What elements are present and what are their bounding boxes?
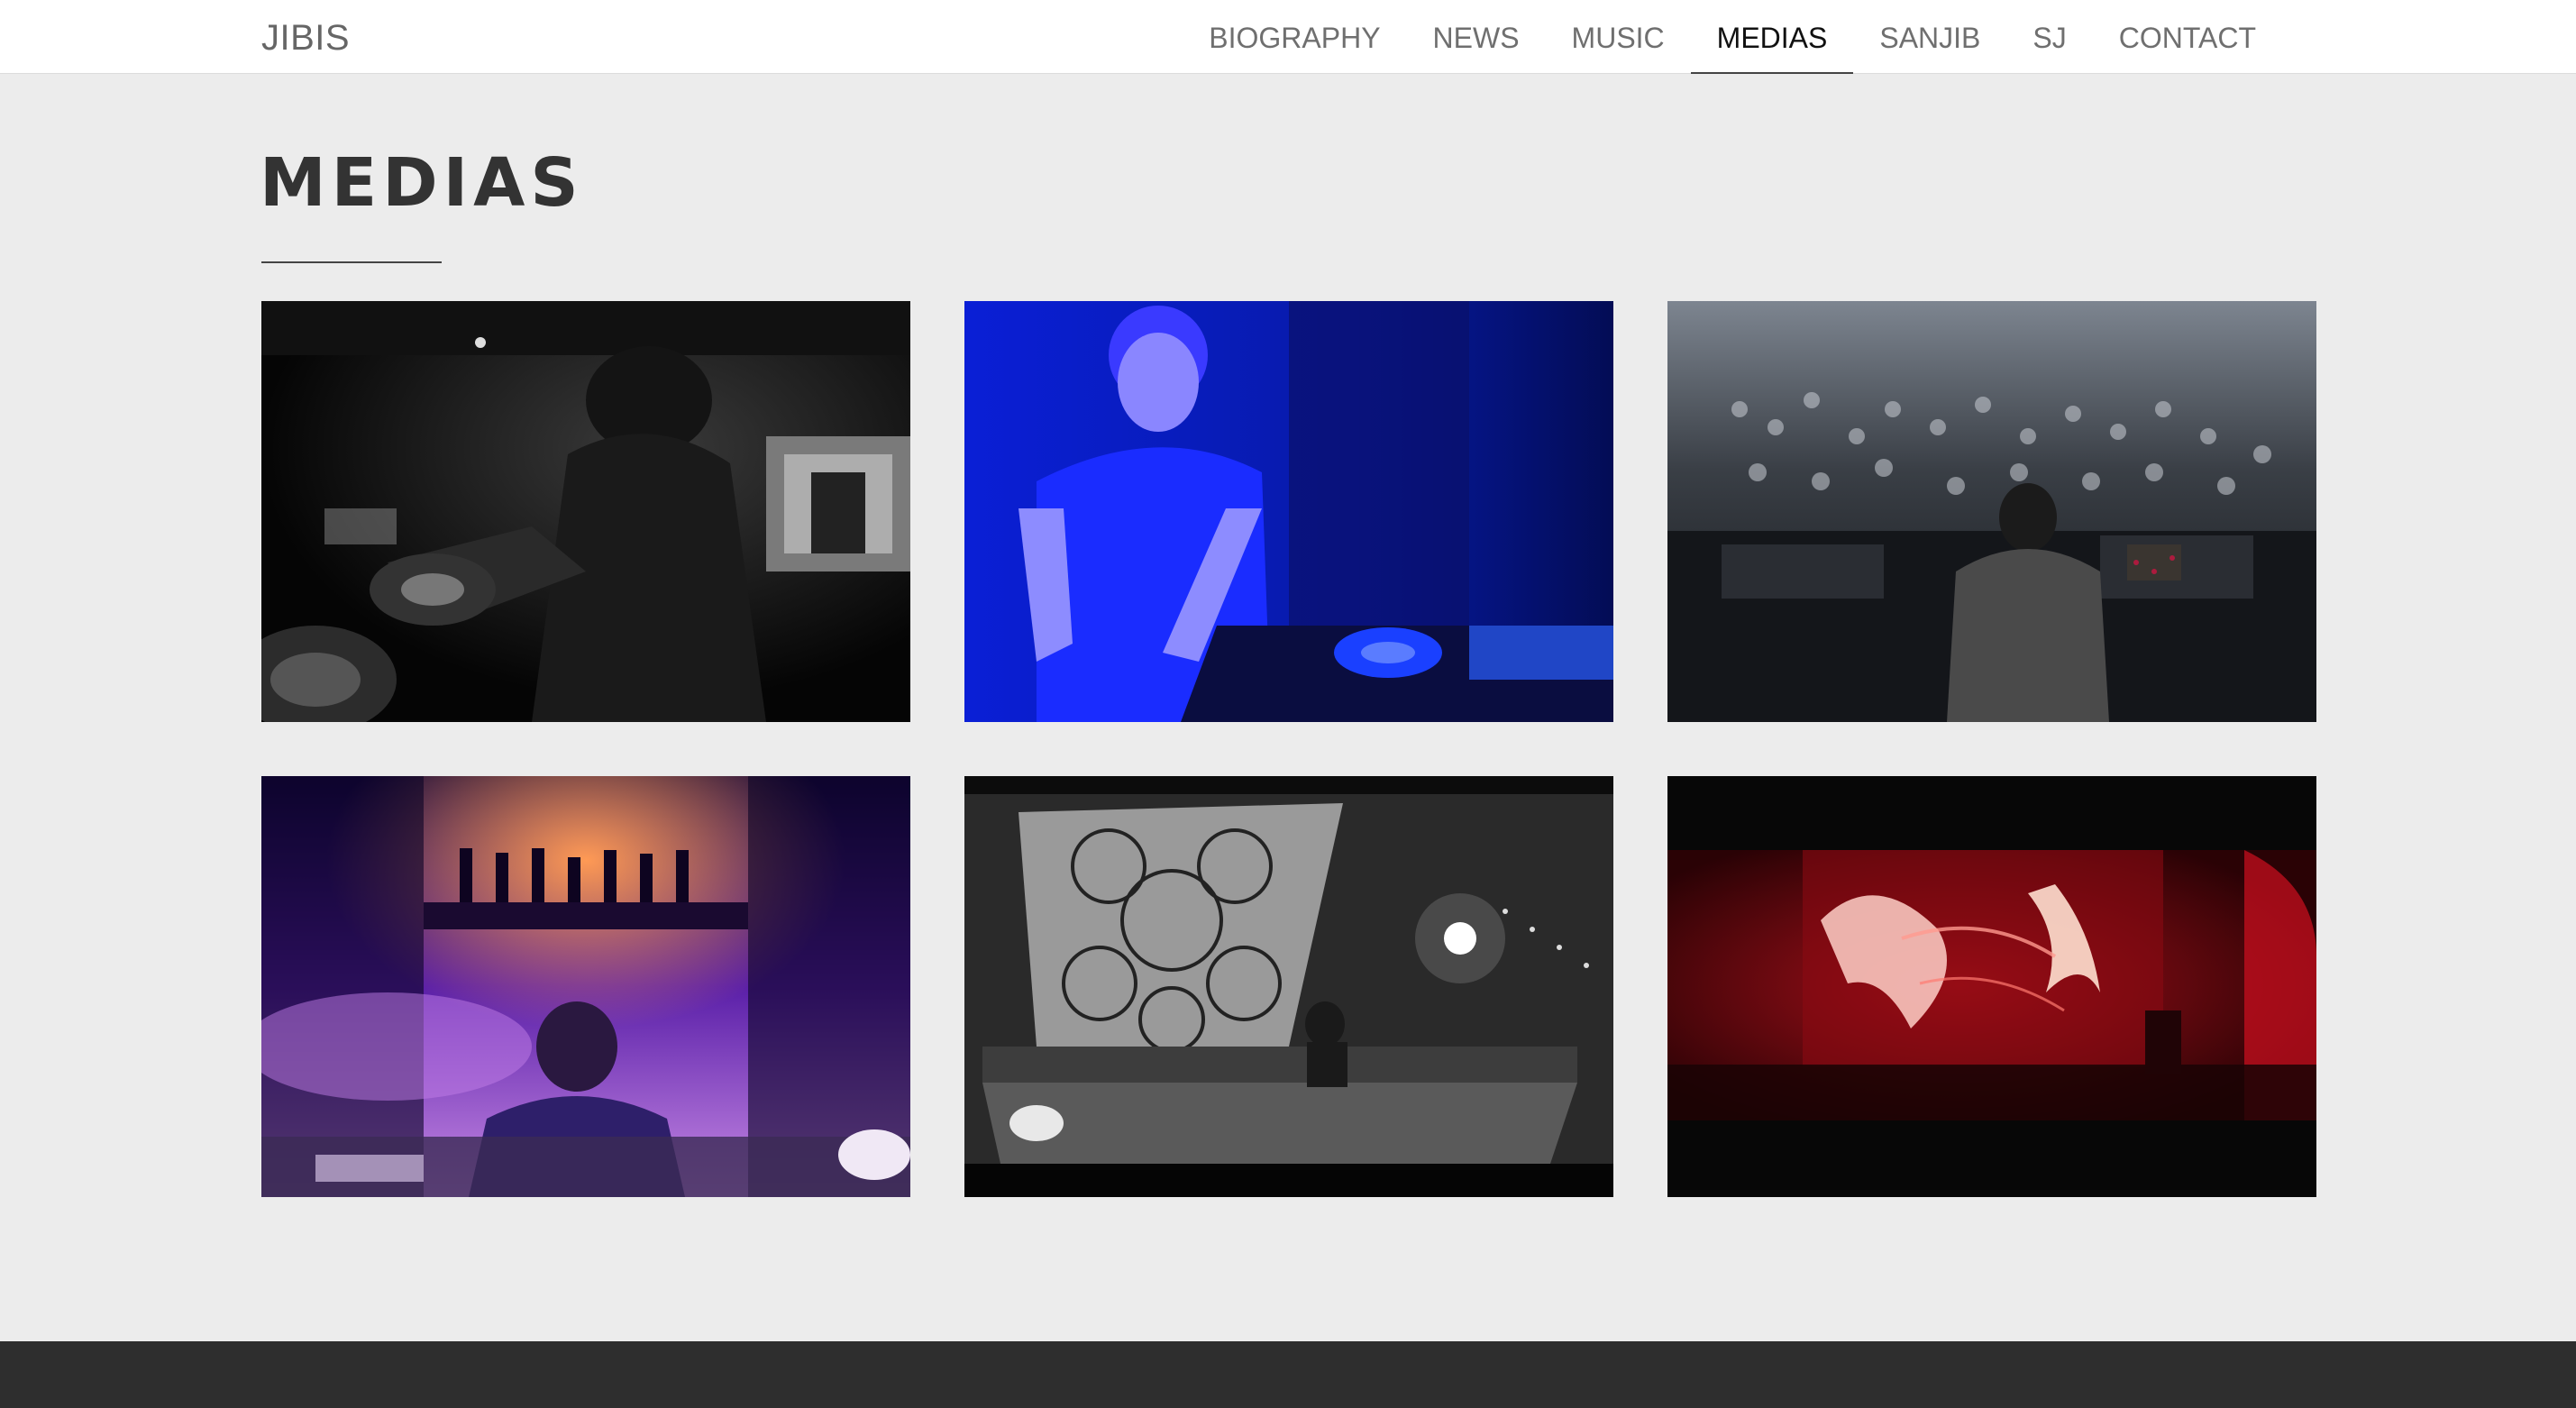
media-photo [1667, 776, 2316, 1197]
title-underline [261, 261, 442, 263]
page-footer [0, 1341, 2576, 1408]
nav-item-contact[interactable]: CONTACT [2093, 0, 2282, 74]
brand-logo-link[interactable]: JIBIS [261, 18, 350, 59]
nav-item-sj[interactable]: SJ [2006, 0, 2092, 74]
media-photo [261, 776, 910, 1197]
media-gallery [261, 301, 2316, 1197]
nav-item-sanjib[interactable]: SANJIB [1853, 0, 2006, 74]
media-thumbnail[interactable] [964, 776, 1613, 1197]
media-photo [261, 301, 910, 722]
media-photo [1667, 301, 2316, 722]
main-nav: BIOGRAPHY NEWS MUSIC MEDIAS SANJIB SJ CO… [1183, 0, 2282, 74]
media-thumbnail[interactable] [1667, 776, 2316, 1197]
media-thumbnail[interactable] [964, 301, 1613, 722]
nav-item-biography[interactable]: BIOGRAPHY [1183, 0, 1406, 74]
nav-item-medias[interactable]: MEDIAS [1690, 0, 1854, 74]
page-title: MEDIAS [260, 144, 584, 222]
media-thumbnail[interactable] [261, 776, 910, 1197]
nav-item-music[interactable]: MUSIC [1546, 0, 1691, 74]
top-navbar: JIBIS BIOGRAPHY NEWS MUSIC MEDIAS SANJIB… [0, 0, 2576, 74]
nav-item-news[interactable]: NEWS [1407, 0, 1546, 74]
media-photo [964, 776, 1613, 1197]
media-thumbnail[interactable] [261, 301, 910, 722]
media-photo [964, 301, 1613, 722]
media-thumbnail[interactable] [1667, 301, 2316, 722]
